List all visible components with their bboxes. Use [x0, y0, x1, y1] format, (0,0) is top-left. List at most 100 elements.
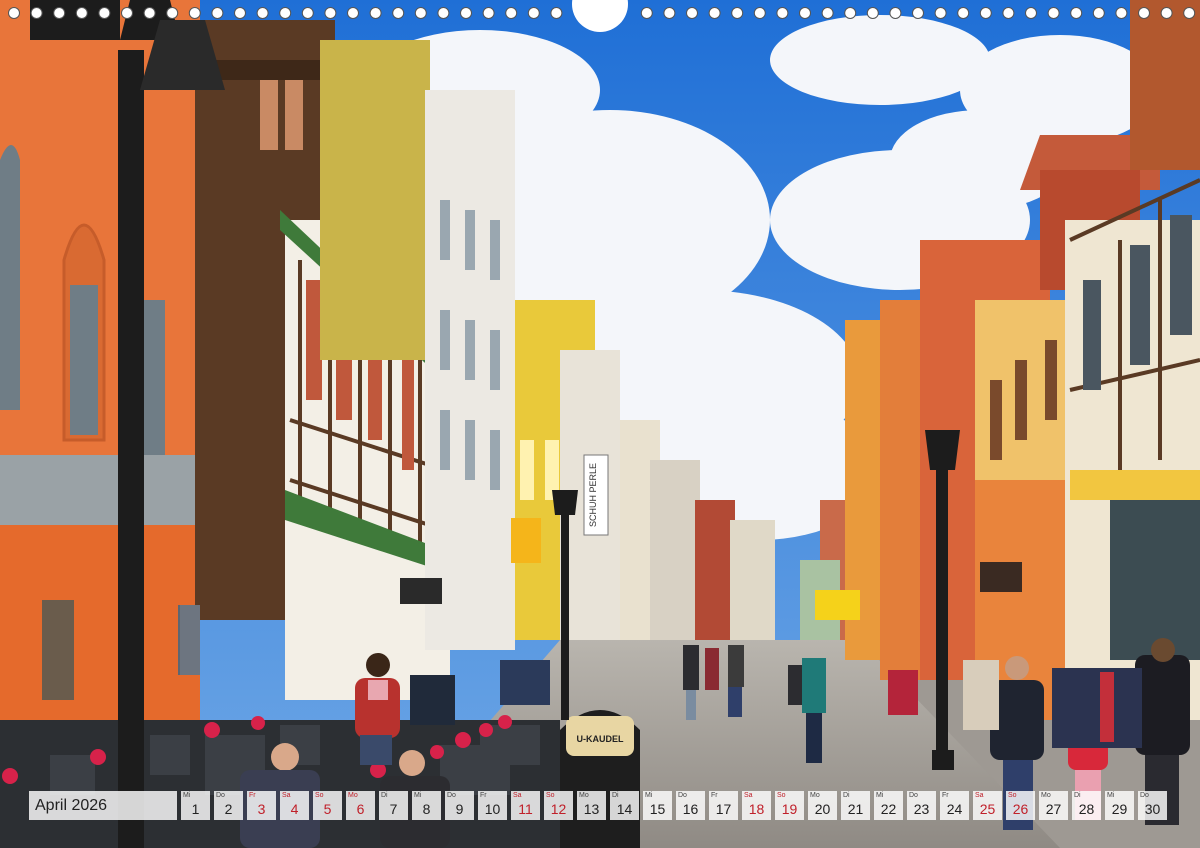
weekday-abbrev: Mi: [1107, 792, 1115, 799]
binding-hole: [234, 7, 246, 19]
weekday-abbrev: Do: [447, 792, 456, 799]
day-number: 11: [518, 801, 533, 817]
day-number: 21: [847, 801, 864, 817]
weekday-abbrev: So: [315, 792, 324, 799]
day-number: 13: [583, 801, 600, 817]
weekday-abbrev: Mi: [645, 792, 653, 799]
binding-hole: [1138, 7, 1150, 19]
weekday-abbrev: Do: [1140, 792, 1149, 799]
weekday-abbrev: Sa: [744, 792, 753, 799]
day-number: 14: [616, 801, 633, 817]
weekday-abbrev: Di: [1074, 792, 1081, 799]
binding-hole: [889, 7, 902, 19]
weekday-abbrev: Do: [216, 792, 225, 799]
calendar-strip: April 2026 Mi 1 Do 2 Fr 3 Sa 4 So 5 Mo 6 Di 7 Mi 8 Do 9 Fr…: [29, 791, 1171, 820]
menu-board-text: U-KAUDEL: [577, 734, 624, 744]
day-cell: Sa 4: [280, 791, 309, 820]
day-number: 27: [1045, 801, 1062, 817]
binding-hole: [301, 7, 314, 19]
binding-hole: [482, 7, 495, 19]
binding-hole: [866, 7, 879, 19]
binding-hole: [731, 7, 744, 19]
binding-hole: [75, 7, 88, 19]
day-cell: Fr 17: [709, 791, 738, 820]
day-cell: Do 9: [445, 791, 474, 820]
schuh-perle-sign: SCHUH PERLE: [588, 463, 598, 527]
day-cell: Mo 20: [808, 791, 837, 820]
weekday-abbrev: Di: [843, 792, 850, 799]
binding-hole: [708, 7, 721, 19]
weekday-abbrev: Fr: [942, 792, 949, 799]
day-number: 26: [1012, 801, 1029, 817]
binding-hole: [166, 7, 179, 19]
binding-hole: [8, 7, 20, 19]
weekday-abbrev: Mi: [876, 792, 884, 799]
weekday-abbrev: Do: [909, 792, 918, 799]
day-number: 29: [1111, 801, 1128, 817]
day-number: 19: [781, 801, 798, 817]
binding-hole: [1025, 7, 1037, 19]
day-cell: Di 7: [379, 791, 408, 820]
day-number: 9: [455, 801, 464, 817]
day-cell: Mi 15: [643, 791, 672, 820]
day-cell: Do 23: [907, 791, 936, 820]
binding-hole: [121, 7, 133, 19]
day-number: 20: [814, 801, 831, 817]
month-label: April 2026: [29, 791, 177, 820]
binding-hole: [663, 7, 676, 19]
binding-hole: [1115, 7, 1128, 19]
binding-hole: [392, 7, 405, 19]
weekday-abbrev: Fr: [480, 792, 487, 799]
binding-hole: [753, 7, 766, 19]
day-cell: Sa 18: [742, 791, 771, 820]
day-cell: Do 30: [1138, 791, 1167, 820]
day-cell: Di 28: [1072, 791, 1101, 820]
binding-hole: [324, 7, 337, 19]
day-number: 2: [224, 801, 233, 817]
day-cell: Mi 1: [181, 791, 210, 820]
day-number: 25: [979, 801, 996, 817]
weekday-abbrev: Sa: [975, 792, 984, 799]
day-cell: Do 2: [214, 791, 243, 820]
day-cell: Fr 10: [478, 791, 507, 820]
white-ornate-house: [425, 90, 515, 650]
menu-board: U-KAUDEL: [560, 710, 640, 848]
day-cell: Di 21: [841, 791, 870, 820]
binding-hole: [957, 7, 970, 19]
day-cell: So 19: [775, 791, 804, 820]
weekday-abbrev: Fr: [249, 792, 256, 799]
binding-hole: [934, 7, 947, 19]
weekday-abbrev: Mo: [579, 792, 589, 799]
day-number: 12: [550, 801, 567, 817]
day-cell: Mo 13: [577, 791, 606, 820]
day-cell: Sa 11: [511, 791, 540, 820]
day-number: 30: [1144, 801, 1161, 817]
binding-hole: [98, 7, 111, 19]
binding-hole: [437, 7, 450, 19]
day-number: 24: [946, 801, 963, 817]
binding-hole: [1002, 7, 1015, 19]
binding-hole: [188, 7, 201, 19]
binding-hole: [30, 7, 43, 19]
day-number: 22: [880, 801, 897, 817]
day-cell: Di 14: [610, 791, 639, 820]
binding-hole: [211, 7, 224, 19]
binding-hole: [1070, 7, 1083, 19]
day-number: 15: [649, 801, 666, 817]
day-cell: So 26: [1006, 791, 1035, 820]
day-cell: Mi 22: [874, 791, 903, 820]
day-number: 10: [484, 801, 501, 817]
day-cell: Do 16: [676, 791, 705, 820]
day-cell: So 5: [313, 791, 342, 820]
day-cell: So 12: [544, 791, 573, 820]
weekday-abbrev: Do: [678, 792, 687, 799]
day-number: 18: [748, 801, 765, 817]
binding-hole: [460, 7, 472, 19]
binding-hole: [143, 7, 156, 19]
day-number: 23: [913, 801, 930, 817]
day-cells: Mi 1 Do 2 Fr 3 Sa 4 So 5 Mo 6 Di 7 Mi 8 Do 9 Fr 10 Sa 11 So 12 M…: [181, 791, 1171, 820]
binding-hole: [347, 7, 359, 19]
binding-hole: [821, 7, 834, 19]
day-number: 3: [257, 801, 266, 817]
day-cell: Sa 25: [973, 791, 1002, 820]
